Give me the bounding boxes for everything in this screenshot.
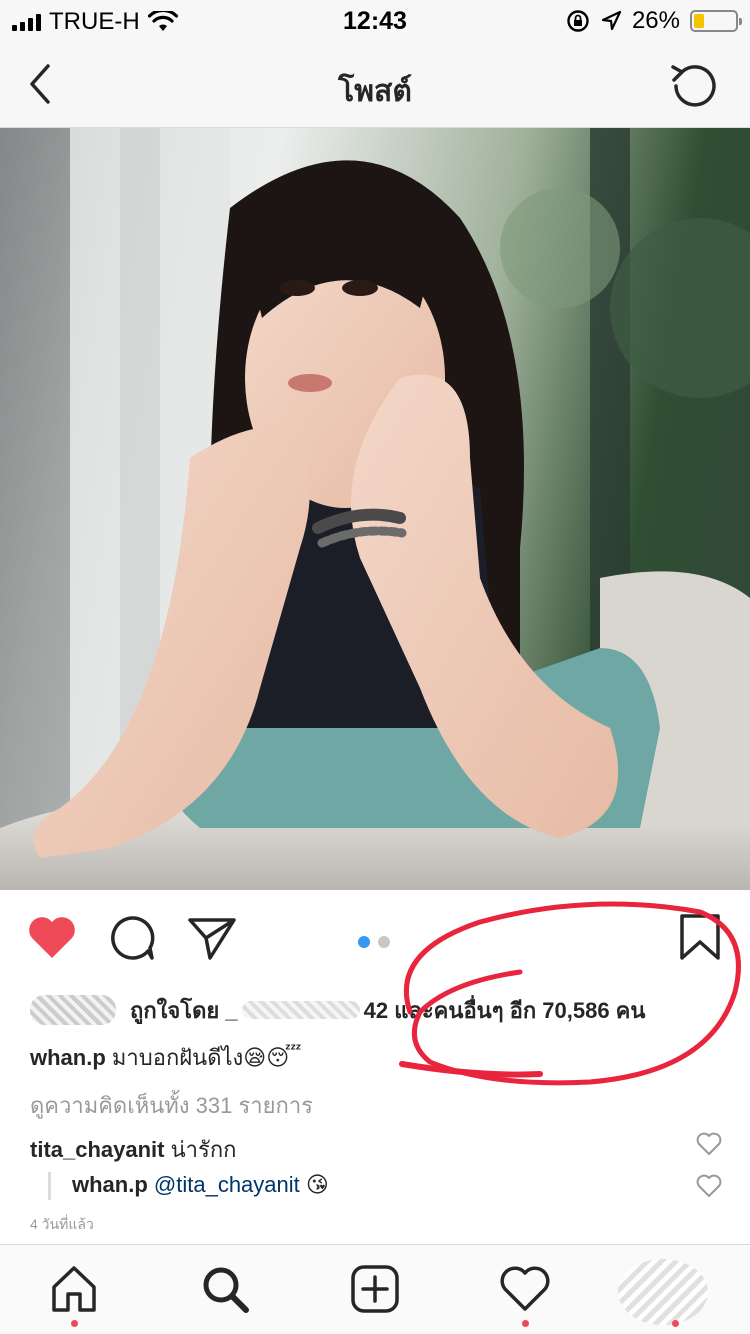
caption-emoji: 😪😴 <box>243 1046 302 1071</box>
direct-share-icon[interactable] <box>186 912 238 964</box>
photo-illustration <box>0 128 750 890</box>
status-bar: TRUE-H 12:43 26% <box>0 0 750 40</box>
bookmark-icon[interactable] <box>674 912 726 964</box>
status-right: 26% <box>566 7 742 35</box>
page-title: โพสต์ <box>338 75 412 108</box>
new-post-icon[interactable] <box>349 1263 401 1315</box>
reply-emoji: 😘 <box>305 1173 329 1198</box>
location-icon <box>601 10 622 31</box>
comment-icon[interactable] <box>106 912 158 964</box>
carousel-dot <box>358 936 370 948</box>
activity-notification-dot <box>522 1320 529 1327</box>
profile-notification-dot <box>672 1320 679 1327</box>
reply-mention[interactable]: @tita_chayanit <box>154 1172 300 1197</box>
comment-text: น่ารักก <box>170 1137 237 1162</box>
battery-icon <box>690 10 742 32</box>
carousel-dot <box>378 936 390 948</box>
reply-row: whan.p @tita_chayanit 😘 <box>72 1172 329 1198</box>
likes-prefix: ถูกใจโดย _ <box>130 997 238 1023</box>
activity-icon[interactable] <box>499 1263 551 1315</box>
likes-line[interactable]: ถูกใจโดย _ 42 และคนอื่นๆ อีก 70,586 คน <box>30 990 645 1030</box>
likes-suffix: 42 และคนอื่นๆ อีก 70,586 คน <box>363 997 646 1023</box>
reply-indent <box>48 1172 51 1200</box>
profile-avatar[interactable] <box>618 1259 708 1325</box>
liker-name <box>241 1001 360 1019</box>
carousel-dots <box>358 936 390 948</box>
post-timestamp: 4 วันที่แล้ว <box>30 1216 94 1232</box>
post-photo[interactable] <box>0 128 750 890</box>
home-notification-dot <box>71 1320 78 1327</box>
reply-like-icon[interactable] <box>696 1174 722 1198</box>
view-all-comments-link[interactable]: ดูความคิดเห็นทั้ง 331 รายการ <box>30 1088 313 1123</box>
orientation-lock-icon <box>567 10 589 32</box>
liker-avatars <box>30 995 116 1025</box>
comment-like-icon[interactable] <box>696 1132 722 1156</box>
reply-username[interactable]: whan.p <box>72 1172 148 1197</box>
home-icon[interactable] <box>48 1263 100 1315</box>
caption-text: มาบอกฝันดีไง <box>111 1045 244 1070</box>
caption-username[interactable]: whan.p <box>30 1045 106 1070</box>
action-row <box>0 890 750 990</box>
comment-row: tita_chayanit น่ารักก <box>30 1132 236 1167</box>
refresh-icon[interactable] <box>668 60 720 112</box>
heart-filled-icon[interactable] <box>26 912 78 964</box>
tab-bar <box>0 1244 750 1334</box>
caption: whan.p มาบอกฝันดีไง😪😴 <box>30 1040 302 1075</box>
search-icon[interactable] <box>199 1263 251 1315</box>
battery-percent: 26% <box>631 7 680 34</box>
nav-bar: โพสต์ <box>0 40 750 128</box>
comment-username[interactable]: tita_chayanit <box>30 1137 165 1162</box>
